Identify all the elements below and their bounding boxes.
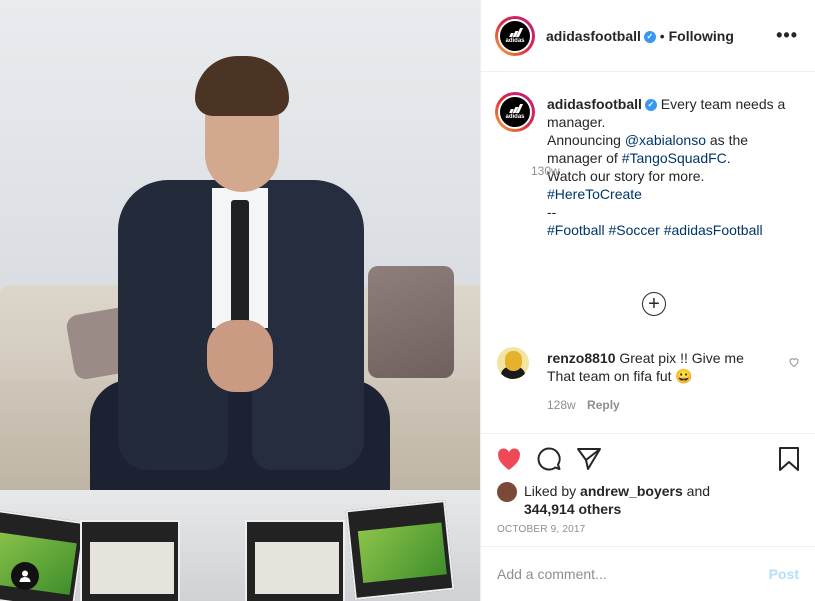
photo-card <box>345 500 455 600</box>
caption-timestamp[interactable]: 130w <box>531 164 560 178</box>
hashtag-link[interactable]: #Soccer <box>608 222 659 238</box>
comment-body: Great pix !! Give me <box>619 350 744 366</box>
caption-avatar[interactable]: adidas <box>495 92 535 132</box>
photo-pillow <box>368 266 454 378</box>
user-tag-icon[interactable] <box>11 562 39 590</box>
caption-line: Watch our story for more. <box>547 168 705 184</box>
liker-avatar[interactable] <box>497 482 517 502</box>
caption-line: . <box>726 150 731 166</box>
load-more-comments-icon[interactable]: + <box>642 292 666 316</box>
comment-body: That team on fifa fut 😀 <box>547 368 693 384</box>
photo-hands <box>207 320 273 392</box>
share-send-icon[interactable] <box>576 446 602 472</box>
photo-card <box>0 508 86 601</box>
photo-card <box>245 520 345 601</box>
adidas-logo-icon <box>508 104 524 113</box>
avatar-logo-text: adidas <box>505 114 525 120</box>
post-comment-button[interactable]: Post <box>769 566 799 582</box>
photo-card <box>80 520 180 601</box>
reply-button[interactable]: Reply <box>587 398 620 412</box>
comment-like-heart-icon[interactable] <box>788 356 800 371</box>
more-options-icon[interactable]: ••• <box>776 25 798 46</box>
hashtag-link[interactable]: #adidasFootball <box>664 222 763 238</box>
comment-timestamp[interactable]: 128w <box>547 398 576 412</box>
verified-badge-icon: ✓ <box>644 99 657 112</box>
post-header: adidas adidasfootball ✓ • Following ••• <box>481 0 815 72</box>
photo-tie <box>231 200 249 335</box>
comment-text: renzo8810 Great pix !! Give me That team… <box>547 349 777 385</box>
post-date[interactable]: OCTOBER 9, 2017 <box>497 524 585 535</box>
add-comment-input[interactable] <box>497 564 747 584</box>
liker-username[interactable]: andrew_boyers <box>580 483 683 499</box>
verified-badge-icon: ✓ <box>643 31 656 44</box>
comment-avatar[interactable] <box>497 347 529 379</box>
author-username[interactable]: adidasfootball <box>546 28 641 44</box>
caption-line: Announcing <box>547 132 625 148</box>
author-avatar[interactable]: adidas <box>495 16 535 56</box>
caption-username[interactable]: adidasfootball <box>547 96 642 112</box>
comment-meta: 128w Reply <box>547 398 620 412</box>
caption-line: -- <box>547 204 557 220</box>
adidas-logo-icon <box>508 28 524 37</box>
caption-line: Every team needs a <box>660 96 786 112</box>
instagram-post: adidas adidasfootball ✓ • Following ••• a… <box>0 0 815 601</box>
add-comment-bar: Post <box>481 546 815 601</box>
header-author: adidasfootball ✓ • Following <box>546 27 734 45</box>
avatar-logo-text: adidas <box>505 38 525 44</box>
post-photo[interactable] <box>0 0 480 601</box>
likes-and: and <box>682 483 711 499</box>
mention-link[interactable]: @xabialonso <box>625 132 706 148</box>
caption-line: as the <box>706 132 749 148</box>
photo-jacket <box>252 180 364 470</box>
following-button[interactable]: Following <box>669 28 734 44</box>
like-heart-icon[interactable] <box>496 446 522 472</box>
header-separator: • <box>659 28 665 44</box>
hashtag-link[interactable]: #TangoSquadFC <box>622 150 727 166</box>
caption-text: adidasfootball ✓ Every team needs a manag… <box>547 95 802 239</box>
likes-count[interactable]: 344,914 others <box>524 501 621 517</box>
hashtag-link[interactable]: #Football <box>547 222 605 238</box>
caption-line: manager. <box>547 114 606 130</box>
hashtag-link[interactable]: #HereToCreate <box>547 186 642 202</box>
comment-bubble-icon[interactable] <box>536 446 562 472</box>
comment-username[interactable]: renzo8810 <box>547 350 615 366</box>
save-bookmark-icon[interactable] <box>776 446 802 472</box>
likes-prefix: Liked by <box>524 483 581 499</box>
action-section: Liked by andrew_boyers and 344,914 other… <box>481 433 815 535</box>
